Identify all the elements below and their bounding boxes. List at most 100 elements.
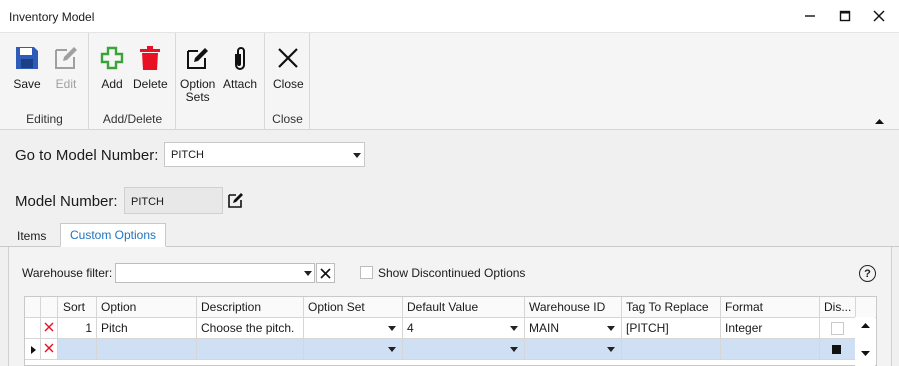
header-description[interactable]: Description	[197, 297, 304, 318]
header-sort[interactable]: Sort	[58, 297, 97, 318]
maximize-icon[interactable]	[834, 6, 856, 26]
chevron-down-icon	[388, 347, 396, 352]
model-number-field: PITCH	[124, 187, 223, 214]
collapse-ribbon-icon[interactable]	[875, 113, 884, 127]
grid-header-row: Sort Option Description Option Set Defau…	[25, 297, 876, 318]
header-warehouse-id[interactable]: Warehouse ID	[525, 297, 622, 318]
attach-label: Attach	[223, 77, 258, 91]
edit-label: Edit	[55, 77, 77, 91]
goto-model-combo[interactable]: PITCH	[164, 142, 365, 167]
help-icon[interactable]: ?	[859, 265, 876, 282]
edit-button[interactable]: Edit	[51, 41, 81, 91]
delete-row-button[interactable]	[41, 318, 58, 339]
save-button[interactable]: Save	[12, 41, 42, 91]
cell-option-set[interactable]	[304, 318, 403, 339]
new-cell-discontinued[interactable]	[820, 339, 856, 360]
cell-description[interactable]: Choose the pitch.	[197, 318, 304, 339]
default-value-text: 4	[407, 321, 414, 335]
save-label: Save	[13, 77, 41, 91]
cell-tag-to-replace[interactable]: [PITCH]	[622, 318, 721, 339]
cell-format[interactable]: Integer	[721, 318, 820, 339]
header-tag-to-replace[interactable]: Tag To Replace	[622, 297, 721, 318]
warehouse-id-text: MAIN	[529, 321, 559, 335]
clear-filter-button[interactable]	[316, 263, 335, 283]
cell-sort[interactable]: 1	[58, 318, 97, 339]
new-cell-option-set[interactable]	[304, 339, 403, 360]
cell-discontinued[interactable]	[820, 318, 856, 339]
option-sets-label: Option Sets	[180, 77, 216, 104]
chevron-down-icon	[388, 326, 396, 331]
title-bar: Inventory Model	[0, 0, 899, 33]
new-cell-option[interactable]	[97, 339, 197, 360]
cell-warehouse-id[interactable]: MAIN	[525, 318, 622, 339]
options-grid: Sort Option Description Option Set Defau…	[24, 296, 877, 366]
ribbon: Save Edit Editing Add Delete Add/Delete	[0, 33, 899, 130]
delete-new-row-button[interactable]	[41, 339, 58, 360]
scroll-down-icon[interactable]	[861, 351, 870, 357]
ribbon-group-options: Option Sets Attach	[176, 33, 265, 130]
warehouse-filter-combo[interactable]	[115, 263, 315, 283]
new-row-indicator	[25, 339, 41, 360]
add-label: Add	[101, 77, 123, 91]
scroll-up-icon[interactable]	[861, 322, 870, 328]
header-option[interactable]: Option	[97, 297, 197, 318]
row-gutter	[25, 318, 41, 339]
edit-model-button[interactable]	[225, 189, 247, 211]
edit-icon	[51, 41, 81, 75]
edit-list-icon	[183, 41, 213, 75]
close-group-label: Close	[272, 112, 303, 126]
table-row[interactable]: 1 Pitch Choose the pitch. 4 MAIN [PITCH]…	[25, 318, 876, 339]
header-delete-col	[41, 297, 58, 318]
cell-option[interactable]: Pitch	[97, 318, 197, 339]
chevron-down-icon	[353, 153, 361, 158]
add-icon	[97, 41, 127, 75]
show-discontinued-checkbox[interactable]	[360, 266, 373, 279]
delete-x-icon	[44, 322, 54, 332]
chevron-down-icon	[607, 326, 615, 331]
paperclip-icon	[225, 41, 255, 75]
tab-custom-options[interactable]: Custom Options	[60, 223, 167, 247]
header-discontinued[interactable]: Dis...	[820, 297, 856, 318]
cell-default-value[interactable]: 4	[403, 318, 525, 339]
delete-button[interactable]: Delete	[133, 41, 168, 91]
chevron-down-icon	[304, 271, 312, 276]
chevron-down-icon	[510, 347, 518, 352]
new-cell-sort[interactable]	[58, 339, 97, 360]
save-icon	[12, 41, 42, 75]
option-sets-button[interactable]: Option Sets	[180, 41, 215, 104]
header-format[interactable]: Format	[721, 297, 820, 318]
header-option-set[interactable]: Option Set	[304, 297, 403, 318]
ribbon-group-add-delete: Add Delete Add/Delete	[89, 33, 176, 130]
close-button[interactable]: Close	[273, 41, 304, 91]
current-row-arrow-icon	[31, 346, 36, 354]
clear-icon	[320, 267, 331, 279]
new-cell-default-value[interactable]	[403, 339, 525, 360]
trash-icon	[135, 41, 165, 75]
grid-scrollbar[interactable]	[855, 317, 875, 366]
warehouse-filter-label: Warehouse filter:	[22, 266, 113, 280]
header-scroll-corner	[856, 297, 876, 318]
new-row[interactable]	[25, 339, 876, 360]
attach-button[interactable]: Attach	[223, 41, 257, 91]
goto-model-value: PITCH	[171, 149, 204, 161]
model-number-value: PITCH	[131, 196, 164, 208]
discontinued-indeterminate-checkbox[interactable]	[832, 345, 841, 354]
close-window-icon[interactable]	[868, 6, 890, 26]
minimize-icon[interactable]	[799, 6, 821, 26]
add-delete-group-label: Add/Delete	[102, 112, 163, 126]
add-button[interactable]: Add	[97, 41, 127, 91]
tab-strip: Items Custom Options	[0, 222, 899, 247]
new-cell-tag[interactable]	[622, 339, 721, 360]
editing-group-label: Editing	[26, 112, 63, 126]
ribbon-group-editing: Save Edit Editing	[0, 33, 89, 130]
close-label: Close	[273, 77, 304, 91]
tab-items[interactable]: Items	[8, 225, 55, 247]
new-cell-description[interactable]	[197, 339, 304, 360]
new-cell-warehouse-id[interactable]	[525, 339, 622, 360]
header-default-value[interactable]: Default Value	[403, 297, 525, 318]
window-title: Inventory Model	[9, 10, 95, 24]
edit-icon	[228, 193, 243, 208]
delete-x-icon	[44, 343, 54, 353]
discontinued-checkbox[interactable]	[831, 322, 844, 335]
new-cell-format[interactable]	[721, 339, 820, 360]
